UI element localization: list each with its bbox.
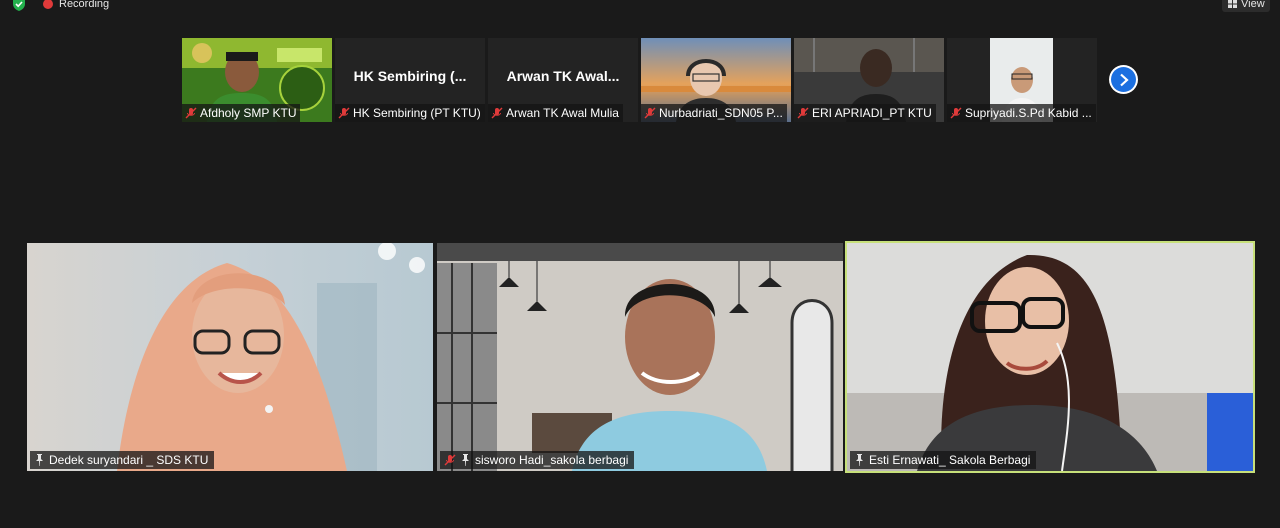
mic-muted-icon [950,107,962,119]
participant-name-label: HK Sembiring (PT KTU) [335,104,485,122]
mic-muted-icon [444,454,456,466]
participant-name-label: Dedek suryandari _ SDS KTU [30,451,215,469]
mic-muted-icon [185,107,197,119]
participant-thumbnail[interactable]: Arwan TK Awal... Arwan TK Awal Mulia [488,38,638,122]
participant-name: ERI APRIADI_PT KTU [812,106,932,120]
participant-overlay-title: Arwan TK Awal... [506,68,620,84]
chevron-right-icon [1119,73,1129,86]
participant-video [437,243,843,471]
mic-muted-icon [644,107,656,119]
participant-overlay-title: HK Sembiring (... [353,68,467,84]
pin-icon [462,454,469,466]
mic-muted-icon [491,107,503,119]
participant-name-label: Arwan TK Awal Mulia [488,104,623,122]
mic-muted-icon [797,107,809,119]
participant-name: HK Sembiring (PT KTU) [353,106,481,120]
participant-video [27,243,433,471]
view-button[interactable]: View [1222,0,1270,12]
participant-name: sisworo Hadi_sakola berbagi [475,453,629,467]
participant-name: Afdholy SMP KTU [200,106,297,120]
participant-thumbnail[interactable]: Afdholy SMP KTU [182,38,332,122]
shield-check-icon[interactable] [12,0,26,11]
participant-name-label: Afdholy SMP KTU [182,104,301,122]
participant-thumbnail[interactable]: Nurbadriati_SDN05 P... [641,38,791,122]
record-dot-icon [43,0,53,9]
participant-thumbnail[interactable]: Supriyadi.S.Pd Kabid ... [947,38,1097,122]
participant-video [847,243,1253,471]
participant-name: Dedek suryandari _ SDS KTU [49,453,209,467]
next-page-button[interactable] [1109,65,1138,94]
participant-name-label: Nurbadriati_SDN05 P... [641,104,787,122]
participant-name-label: Supriyadi.S.Pd Kabid ... [947,104,1096,122]
participant-name: Nurbadriati_SDN05 P... [659,106,783,120]
participant-name: Supriyadi.S.Pd Kabid ... [965,106,1092,120]
grid-view-icon [1228,0,1237,8]
meeting-top-bar: Recording View [0,0,1280,12]
participant-name-label: Esti Ernawati_ Sakola Berbagi [850,451,1037,469]
participant-name: Arwan TK Awal Mulia [506,106,619,120]
view-label: View [1241,0,1265,10]
participant-name-label: ERI APRIADI_PT KTU [794,104,936,122]
participant-thumbnail[interactable]: HK Sembiring (... HK Sembiring (PT KTU) [335,38,485,122]
video-tile-active-speaker[interactable]: Esti Ernawati_ Sakola Berbagi [845,241,1255,473]
recording-label: Recording [59,0,110,10]
participant-thumbnail[interactable]: ERI APRIADI_PT KTU [794,38,944,122]
recording-indicator[interactable]: Recording [43,0,109,10]
participant-name-label: sisworo Hadi_sakola berbagi [440,451,635,469]
pin-icon [856,454,863,466]
mic-muted-icon [338,107,350,119]
video-tile[interactable]: Dedek suryandari _ SDS KTU [27,243,433,471]
pin-icon [36,454,43,466]
participant-name: Esti Ernawati_ Sakola Berbagi [869,453,1031,467]
video-tile[interactable]: sisworo Hadi_sakola berbagi [437,243,843,471]
